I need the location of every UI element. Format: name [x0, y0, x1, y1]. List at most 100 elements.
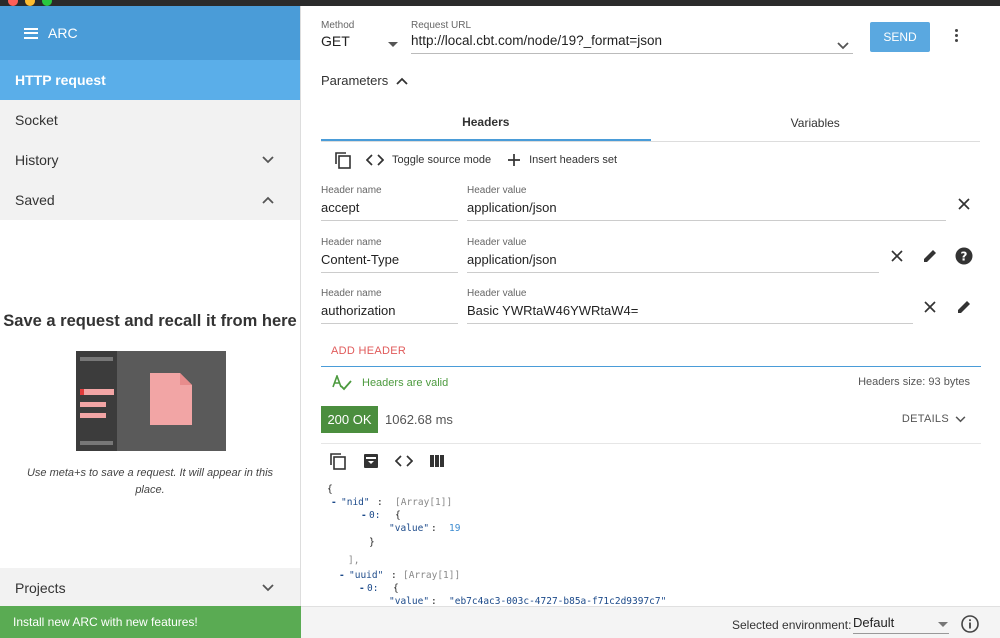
- request-panel: Method GET Request URL http://local.cbt.…: [301, 6, 1000, 607]
- method-select[interactable]: Method GET: [321, 15, 399, 49]
- header-row: Header name accept Header value applicat…: [321, 185, 981, 231]
- add-icon[interactable]: [507, 153, 521, 167]
- header-value-label: Header value: [467, 185, 527, 196]
- environment-bar: Selected environment: Default: [301, 606, 1000, 638]
- url-input[interactable]: http://local.cbt.com/node/19?_format=jso…: [411, 33, 853, 54]
- parameters-toggle[interactable]: Parameters: [321, 73, 408, 88]
- response-time: 1062.68 ms: [385, 412, 453, 427]
- document-icon: [150, 373, 192, 425]
- json-key: "uuid": [349, 570, 384, 581]
- svg-text:?: ?: [961, 250, 968, 264]
- header-value-input[interactable]: Basic YWRtaW46YWRtaW4=: [467, 303, 913, 324]
- headers-size: Headers size: 93 bytes: [858, 376, 970, 388]
- saved-illustration: [76, 351, 226, 451]
- json-bracket: ],: [348, 555, 360, 566]
- json-value: 19: [449, 523, 461, 534]
- environment-select[interactable]: Default: [853, 615, 949, 634]
- save-download-icon[interactable]: [363, 453, 379, 469]
- more-options-icon[interactable]: [952, 27, 960, 47]
- code-icon[interactable]: [366, 154, 384, 166]
- copy-icon[interactable]: [329, 452, 347, 470]
- remove-header-icon[interactable]: [921, 298, 939, 316]
- json-key: "value": [389, 523, 430, 534]
- sidebar-item-socket[interactable]: Socket: [0, 100, 300, 140]
- insert-headers-set-button[interactable]: Insert headers set: [529, 154, 617, 166]
- collapse-toggle[interactable]: -: [361, 510, 367, 521]
- parameters-label: Parameters: [321, 73, 389, 88]
- sidebar-item-label: Projects: [15, 580, 66, 596]
- json-brace: {: [393, 583, 399, 594]
- collapse-toggle[interactable]: -: [359, 583, 365, 594]
- help-icon[interactable]: ?: [955, 247, 973, 265]
- sidebar-item-label: Socket: [15, 112, 58, 128]
- saved-empty-state: Save a request and recall it from here U…: [0, 220, 300, 568]
- url-label: Request URL: [411, 20, 472, 31]
- chevron-down-icon[interactable]: [837, 37, 849, 55]
- remove-header-icon[interactable]: [888, 247, 906, 265]
- sidebar-item-history[interactable]: History: [0, 140, 300, 180]
- divider: [321, 366, 981, 367]
- spellcheck-valid-icon: [332, 375, 352, 391]
- toggle-source-mode-button[interactable]: Toggle source mode: [392, 154, 491, 166]
- status-badge: 200 OK: [321, 406, 378, 433]
- json-array-meta: [Array[1]]: [403, 570, 461, 581]
- header-name-input[interactable]: accept: [321, 200, 458, 221]
- url-field[interactable]: Request URL http://local.cbt.com/node/19…: [411, 15, 853, 54]
- column-view-icon[interactable]: [429, 454, 445, 468]
- tab-variables[interactable]: Variables: [651, 104, 981, 141]
- json-brace: {: [327, 484, 333, 495]
- add-header-button[interactable]: ADD HEADER: [331, 345, 406, 357]
- chevron-down-icon[interactable]: [262, 582, 274, 594]
- json-index: 0:: [367, 583, 379, 594]
- update-banner[interactable]: Install new ARC with new features!: [0, 606, 301, 638]
- saved-hint-text: Use meta+s to save a request. It will ap…: [26, 467, 274, 496]
- details-toggle[interactable]: DETAILS: [902, 413, 966, 425]
- environment-label: Selected environment:: [732, 618, 852, 632]
- json-array-meta: [Array[1]]: [395, 497, 453, 508]
- json-key: "nid": [341, 497, 370, 508]
- remove-header-icon[interactable]: [955, 195, 973, 213]
- header-name-label: Header name: [321, 288, 382, 299]
- sidebar-header: ARC: [0, 6, 300, 60]
- saved-empty-title: Save a request and recall it from here: [3, 312, 297, 330]
- header-name-label: Header name: [321, 237, 382, 248]
- response-toolbar: [329, 452, 461, 470]
- header-row: Header name authorization Header value B…: [321, 288, 981, 334]
- dropdown-caret-icon[interactable]: [938, 622, 948, 627]
- header-value-input[interactable]: application/json: [467, 252, 879, 273]
- json-brace: {: [395, 510, 401, 521]
- header-name-input[interactable]: Content-Type: [321, 252, 458, 273]
- sidebar-item-projects[interactable]: Projects: [0, 568, 300, 608]
- header-value-input[interactable]: application/json: [467, 200, 946, 221]
- sidebar-item-label: History: [15, 152, 59, 168]
- divider: [321, 443, 981, 444]
- parameters-tabs: Headers Variables: [321, 104, 980, 142]
- app-title: ARC: [48, 25, 78, 41]
- dropdown-caret-icon[interactable]: [388, 42, 398, 47]
- header-name-input[interactable]: authorization: [321, 303, 458, 324]
- tab-headers[interactable]: Headers: [321, 104, 651, 141]
- details-label: DETAILS: [901, 413, 949, 425]
- send-button[interactable]: SEND: [870, 22, 930, 52]
- method-label: Method: [321, 20, 355, 31]
- header-value-label: Header value: [467, 237, 527, 248]
- edit-pencil-icon[interactable]: [921, 247, 939, 265]
- header-value-label: Header value: [467, 288, 527, 299]
- info-icon[interactable]: [961, 615, 979, 633]
- chevron-up-icon: [396, 77, 408, 85]
- sidebar-item-label: HTTP request: [15, 72, 106, 88]
- sidebar-item-http-request[interactable]: HTTP request: [0, 60, 300, 100]
- copy-icon[interactable]: [334, 151, 352, 169]
- chevron-down-icon[interactable]: [262, 154, 274, 166]
- sidebar-item-saved[interactable]: Saved: [0, 180, 300, 220]
- chevron-up-icon[interactable]: [262, 194, 274, 206]
- collapse-toggle[interactable]: -: [339, 570, 345, 581]
- headers-valid-text: Headers are valid: [362, 377, 449, 389]
- headers-valid-status: Headers are valid: [332, 375, 448, 391]
- hamburger-menu-icon[interactable]: [24, 27, 38, 39]
- edit-pencil-icon[interactable]: [955, 298, 973, 316]
- code-icon[interactable]: [395, 455, 413, 467]
- headers-toolbar: Toggle source mode Insert headers set: [334, 149, 633, 171]
- json-index: 0:: [369, 510, 381, 521]
- collapse-toggle[interactable]: -: [331, 497, 337, 508]
